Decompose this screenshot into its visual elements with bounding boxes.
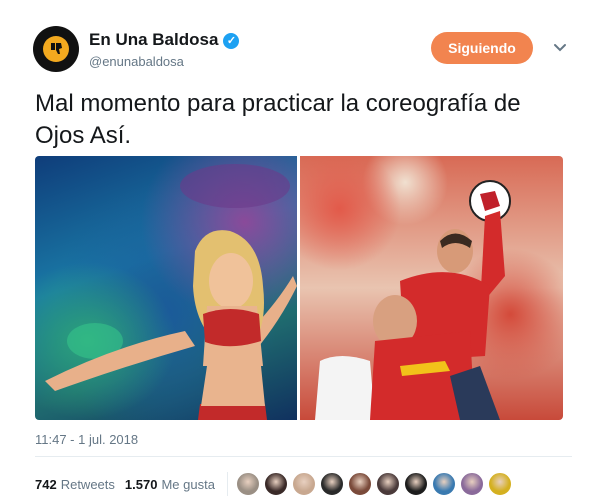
following-button[interactable]: Siguiendo [431,32,533,64]
tweet-stats: 742 Retweets 1.570 Me gusta [35,466,516,502]
tweet-timestamp[interactable]: 11:47 - 1 jul. 2018 [35,432,138,447]
likes-stat[interactable]: 1.570 Me gusta [125,477,215,492]
liker-avatar[interactable] [319,472,344,496]
stats-separator [226,472,228,496]
account-name[interactable]: En Una Baldosa [89,30,218,49]
liker-avatar[interactable] [291,472,316,496]
liker-avatar[interactable] [459,472,484,496]
liker-avatar[interactable] [431,472,456,496]
verified-badge-icon: ✓ [223,33,240,49]
chevron-down-icon[interactable] [551,38,569,56]
likes-count: 1.570 [124,476,158,492]
liker-avatar[interactable] [347,472,372,496]
liker-avatar[interactable] [263,472,288,496]
tweet-text: Mal momento para practicar la coreografí… [35,90,521,149]
divider [35,456,572,457]
photo-dancer[interactable] [35,156,297,420]
retweets-count: 742 [35,476,57,492]
retweets-stat[interactable]: 742 Retweets [35,477,115,492]
thumbs-down-logo-icon [43,36,69,62]
tweet-media[interactable] [35,156,563,420]
dancer-illustration [45,164,297,420]
liker-avatar[interactable] [487,472,512,496]
avatar[interactable] [33,26,79,72]
account-name-row[interactable]: En Una Baldosa ✓ [89,30,240,50]
liker-avatars [235,472,516,496]
tweet-header: En Una Baldosa ✓ @enunabaldosa Siguiendo [33,26,573,76]
players-illustration [315,180,511,420]
liker-avatar[interactable] [235,472,260,496]
likes-label: Me gusta [161,476,215,492]
photo-football-players[interactable] [300,156,563,420]
liker-avatar[interactable] [375,472,400,496]
liker-avatar[interactable] [403,472,428,496]
retweets-label: Retweets [60,476,115,492]
account-handle[interactable]: @enunabaldosa [89,54,184,69]
